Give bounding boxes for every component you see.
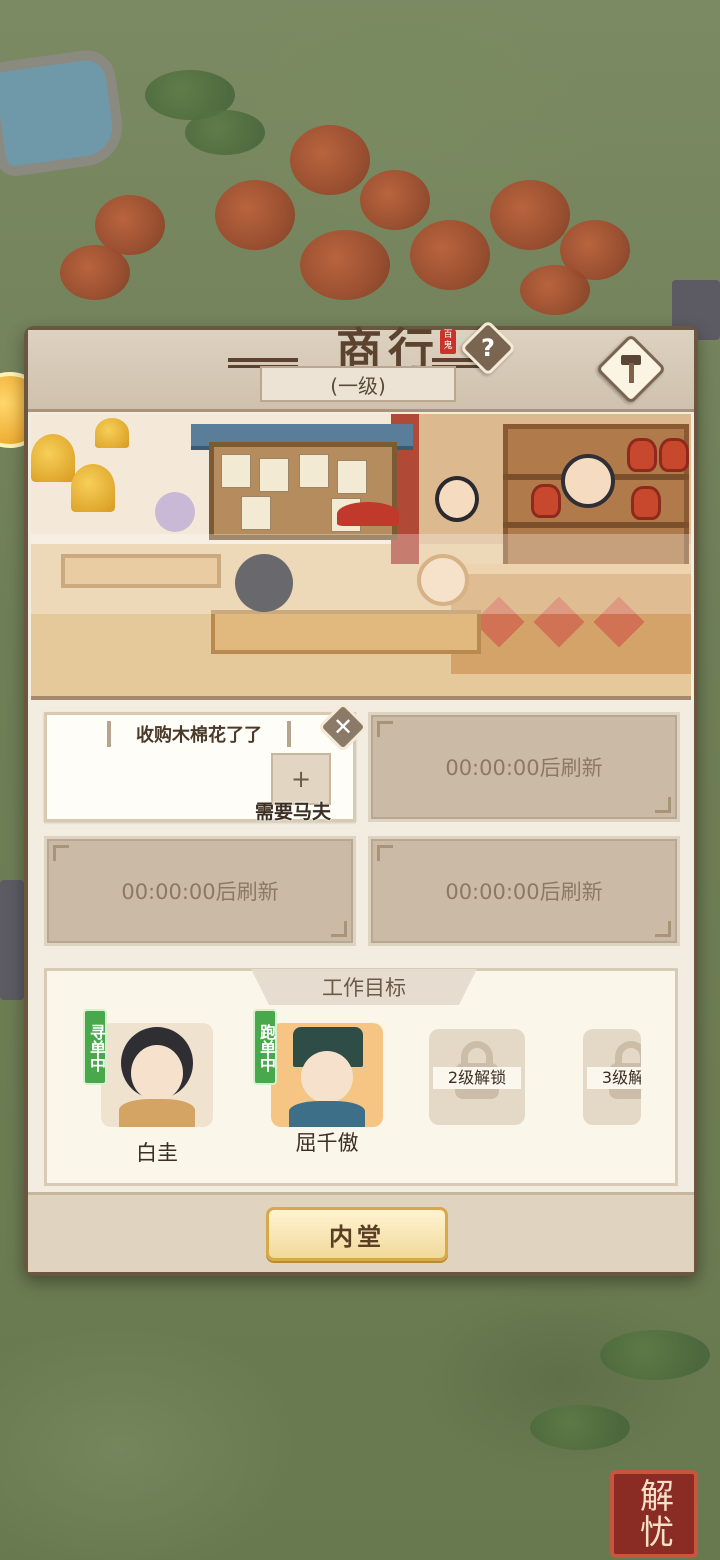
worker-slot[interactable]: 跑单中 屈千傲 xyxy=(253,1009,383,1155)
shopkeeper-figure xyxy=(561,454,615,508)
unlock-level-label: 2级解锁 xyxy=(433,1067,521,1089)
map-bush xyxy=(185,110,265,155)
order-card-empty: 00:00:00后刷新 xyxy=(368,712,680,822)
worker-name: 屈千傲 xyxy=(295,1131,359,1155)
order-card-active[interactable]: 收购木棉花了了 + 需要马夫 ✕ xyxy=(44,701,369,823)
refresh-timer: 00:00:00后刷新 xyxy=(445,756,603,780)
map-tree xyxy=(520,265,590,315)
map-tree xyxy=(60,245,130,300)
shop-dialog: 商行 百鬼 ? (一级) 收购木棉花了了 + 需要马夫 ✕ 00:00:00后刷… xyxy=(24,319,698,1276)
map-tree xyxy=(300,230,390,300)
map-tree xyxy=(215,180,295,250)
worker-status-badge: 跑单中 xyxy=(253,1009,277,1085)
map-tree xyxy=(410,220,490,290)
worker-avatar xyxy=(131,1045,183,1101)
order-title: 收购木棉花了了 xyxy=(107,721,291,747)
work-goal-title: 工作目标 xyxy=(251,969,477,1005)
locked-slot[interactable]: 3级解锁 xyxy=(583,1029,641,1125)
worker-avatar xyxy=(301,1051,353,1103)
map-tree xyxy=(290,125,370,195)
locked-slot[interactable]: 2级解锁 xyxy=(429,1029,525,1125)
dialog-footer: 内堂 xyxy=(28,1192,694,1272)
order-card-empty: 00:00:00后刷新 xyxy=(368,836,680,946)
work-goal-panel: 工作目标 寻单中 白圭 跑单中 屈千傲 2级解锁 3级解锁 xyxy=(44,968,678,1186)
worker-status-badge: 寻单中 xyxy=(83,1009,107,1085)
map-building xyxy=(0,880,24,1000)
order-close-button[interactable]: ✕ xyxy=(317,701,369,753)
map-pond xyxy=(0,46,128,179)
level-label: (一级) xyxy=(260,366,456,402)
map-bush xyxy=(530,1405,630,1450)
worker-robe xyxy=(289,1101,365,1127)
question-icon: ? xyxy=(481,334,495,362)
map-tree xyxy=(490,180,570,250)
hammer-icon xyxy=(617,355,645,383)
hat-figure xyxy=(337,502,399,526)
upgrade-button[interactable] xyxy=(595,333,667,405)
worker-slot[interactable]: 寻单中 白圭 xyxy=(83,1009,213,1165)
close-icon: ✕ xyxy=(332,713,354,741)
clerk-figure xyxy=(435,476,479,522)
refresh-timer: 00:00:00后刷新 xyxy=(121,880,279,904)
map-bush xyxy=(600,1330,710,1380)
inner-hall-button[interactable]: 内堂 xyxy=(266,1207,448,1261)
refresh-timer: 00:00:00后刷新 xyxy=(445,880,603,904)
map-tree xyxy=(360,170,430,230)
worker-robe xyxy=(119,1099,195,1127)
shop-scene-banner xyxy=(31,414,691,700)
seal-stamp: 百鬼 xyxy=(440,330,456,354)
order-requirement: 需要马夫 xyxy=(255,801,332,823)
worker-name: 白圭 xyxy=(136,1141,178,1165)
dialog-header: 商行 百鬼 ? (一级) xyxy=(28,319,694,412)
unlock-level-label: 3级解锁 xyxy=(587,1067,641,1089)
plus-icon: + xyxy=(290,765,312,793)
ghost-figure xyxy=(155,492,195,532)
order-card-empty: 00:00:00后刷新 xyxy=(44,836,356,946)
jieyou-button[interactable]: 解忧 xyxy=(610,1470,698,1558)
